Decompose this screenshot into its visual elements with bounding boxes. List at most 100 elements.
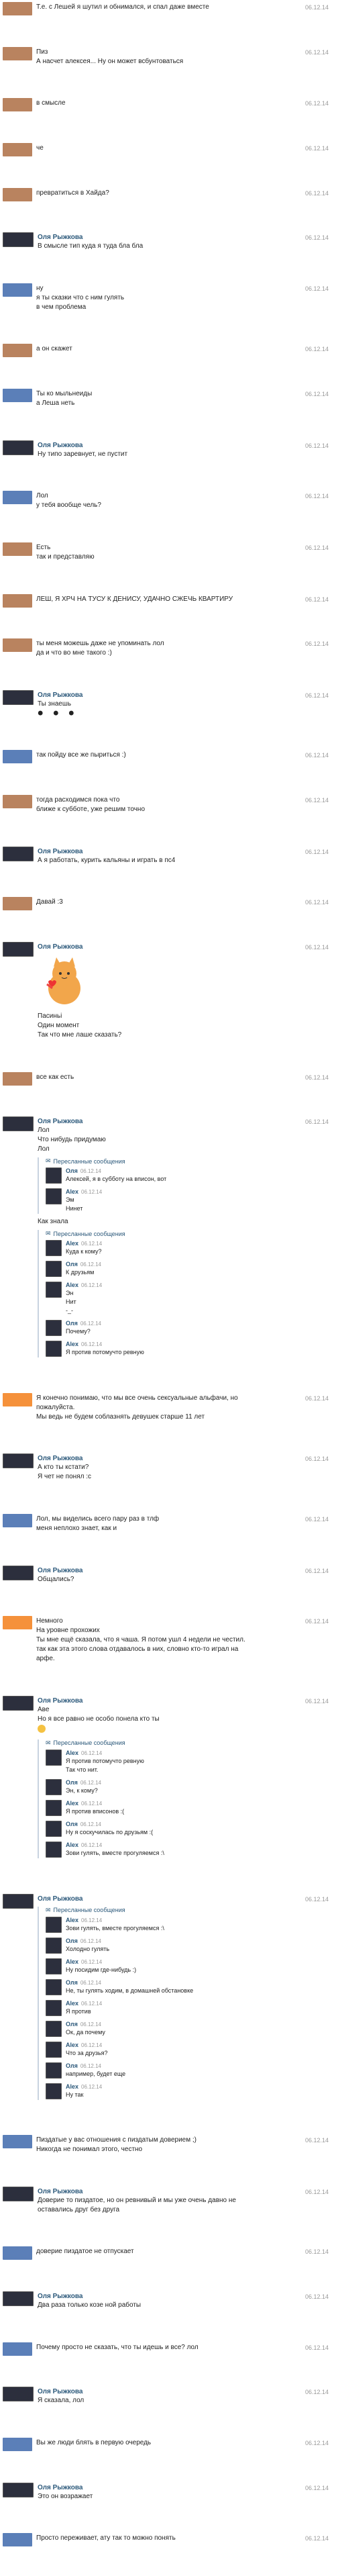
forwarded-author[interactable]: Оля 06.12.14 (66, 1938, 109, 1944)
author-name[interactable]: Alex (66, 1341, 78, 1347)
avatar[interactable] (46, 1820, 62, 1837)
forwarded-author[interactable]: Alex 06.12.14 (66, 2083, 102, 2090)
avatar[interactable] (3, 2, 32, 15)
forwarded-author[interactable]: Alex 06.12.14 (66, 2000, 102, 2007)
avatar[interactable] (3, 2291, 34, 2306)
author-name[interactable]: Alex (66, 2042, 78, 2048)
avatar[interactable] (3, 2246, 32, 2260)
author-name[interactable]: Оля (66, 1938, 78, 1944)
forwarded-author[interactable]: Оля 06.12.14 (66, 1979, 193, 1986)
avatar[interactable] (3, 440, 34, 455)
author-name[interactable]: Оля Рыжкова (38, 1895, 333, 1903)
forwarded-author[interactable]: Оля 06.12.14 (66, 1320, 101, 1327)
author-name[interactable]: Оля (66, 2021, 78, 2028)
avatar[interactable] (46, 1188, 62, 1205)
avatar[interactable] (46, 1320, 62, 1337)
author-name[interactable]: Оля (66, 1167, 78, 1174)
avatar[interactable] (46, 1841, 62, 1858)
avatar[interactable] (46, 1958, 62, 1974)
avatar[interactable] (3, 1893, 34, 1909)
avatar[interactable] (3, 2387, 34, 2402)
avatar[interactable] (46, 1261, 62, 1278)
author-name[interactable]: Alex (66, 1800, 78, 1807)
avatar[interactable] (46, 1999, 62, 2016)
author-name[interactable]: Оля (66, 1821, 78, 1827)
author-name[interactable]: Alex (66, 1842, 78, 1848)
avatar[interactable] (3, 1616, 32, 1630)
avatar[interactable] (46, 1916, 62, 1933)
avatar[interactable] (46, 1167, 62, 1184)
author-name[interactable]: Оля Рыжкова (38, 234, 333, 241)
author-name[interactable]: Оля Рыжкова (38, 943, 333, 951)
avatar[interactable] (46, 1749, 62, 1766)
author-name[interactable]: Оля (66, 1261, 78, 1268)
avatar[interactable] (3, 491, 32, 505)
forwarded-author[interactable]: Alex 06.12.14 (66, 2042, 108, 2048)
avatar[interactable] (3, 1565, 34, 1580)
avatar[interactable] (3, 897, 32, 911)
author-name[interactable]: Оля (66, 1779, 78, 1786)
author-name[interactable]: Оля Рыжкова (38, 1567, 333, 1574)
author-name[interactable]: Alex (66, 1958, 78, 1965)
avatar[interactable] (3, 1514, 32, 1527)
forwarded-author[interactable]: Alex 06.12.14 (66, 1750, 144, 1756)
author-name[interactable]: Оля Рыжкова (38, 442, 333, 449)
author-name[interactable]: Alex (66, 1750, 78, 1756)
avatar[interactable] (46, 2062, 62, 2079)
forwarded-author[interactable]: Оля 06.12.14 (66, 1779, 101, 1786)
forwarded-author[interactable]: Оля 06.12.14 (66, 1261, 101, 1268)
avatar[interactable] (3, 2186, 34, 2201)
avatar[interactable] (46, 1978, 62, 1995)
avatar[interactable] (3, 1695, 34, 1711)
forwarded-author[interactable]: Alex 06.12.14 (66, 1917, 164, 1923)
author-name[interactable]: Оля Рыжкова (38, 848, 333, 855)
author-name[interactable]: Alex (66, 2000, 78, 2007)
author-name[interactable]: Оля (66, 1320, 78, 1327)
avatar[interactable] (3, 1392, 32, 1406)
avatar[interactable] (3, 2437, 32, 2451)
author-name[interactable]: Оля Рыжкова (38, 2484, 333, 2491)
avatar[interactable] (3, 689, 34, 705)
avatar[interactable] (3, 232, 34, 248)
author-name[interactable]: Оля Рыжкова (38, 2188, 333, 2195)
author-name[interactable]: Alex (66, 1240, 78, 1247)
forwarded-author[interactable]: Оля 06.12.14 (66, 1167, 166, 1174)
avatar[interactable] (46, 2083, 62, 2099)
avatar[interactable] (3, 389, 32, 402)
author-name[interactable]: Оля (66, 1979, 78, 1986)
author-name[interactable]: Оля Рыжкова (38, 2388, 333, 2395)
avatar[interactable] (3, 941, 34, 957)
avatar[interactable] (3, 142, 32, 156)
author-name[interactable]: Оля Рыжкова (38, 1455, 333, 1462)
author-name[interactable]: Alex (66, 1917, 78, 1923)
avatar[interactable] (46, 1778, 62, 1795)
forwarded-author[interactable]: Alex 06.12.14 (66, 1282, 102, 1288)
author-name[interactable]: Оля Рыжкова (38, 691, 333, 699)
author-name[interactable]: Alex (66, 2083, 78, 2090)
avatar[interactable] (3, 2482, 34, 2497)
avatar[interactable] (3, 542, 32, 556)
avatar[interactable] (46, 1240, 62, 1257)
forwarded-author[interactable]: Alex 06.12.14 (66, 1958, 136, 1965)
forwarded-author[interactable]: Оля 06.12.14 (66, 1821, 153, 1827)
author-name[interactable]: Alex (66, 1282, 78, 1288)
avatar[interactable] (3, 1453, 34, 1469)
forwarded-author[interactable]: Alex 06.12.14 (66, 1341, 144, 1347)
avatar[interactable] (3, 795, 32, 808)
avatar[interactable] (3, 1071, 32, 1086)
avatar[interactable] (3, 98, 32, 112)
avatar[interactable] (3, 638, 32, 653)
avatar[interactable] (3, 187, 32, 201)
avatar[interactable] (3, 2533, 32, 2547)
forwarded-author[interactable]: Оля 06.12.14 (66, 2062, 125, 2069)
forwarded-author[interactable]: Alex 06.12.14 (66, 1800, 124, 1807)
author-name[interactable]: Оля Рыжкова (38, 2293, 333, 2300)
forwarded-author[interactable]: Alex 06.12.14 (66, 1842, 164, 1848)
avatar[interactable] (3, 344, 32, 358)
author-name[interactable]: Оля (66, 2062, 78, 2069)
avatar[interactable] (3, 593, 32, 608)
avatar[interactable] (46, 2020, 62, 2037)
avatar[interactable] (3, 846, 34, 861)
avatar[interactable] (46, 2041, 62, 2058)
author-name[interactable]: Alex (66, 1188, 78, 1195)
